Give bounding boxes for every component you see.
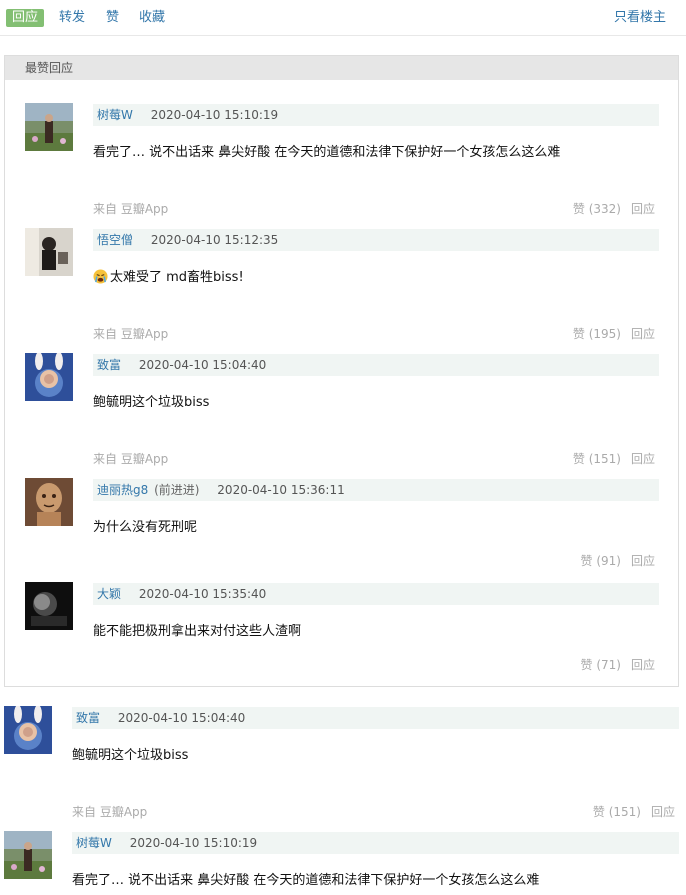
comment-meta: 树莓W 2020-04-10 15:10:19 <box>93 104 659 126</box>
comment-user[interactable]: 迪丽热g8 <box>97 483 148 497</box>
avatar[interactable] <box>4 706 52 754</box>
like-button[interactable]: 赞 (151) <box>573 452 621 466</box>
comment-content: 鲍毓明这个垃圾biss <box>72 748 189 763</box>
comment-source: 来自 豆瓣App <box>93 452 169 466</box>
avatar[interactable] <box>25 353 73 401</box>
comment-item: 悟空僧 2020-04-10 15:12:35 太难受了 md畜牲biss! 来… <box>25 228 659 341</box>
comment-meta: 悟空僧 2020-04-10 15:12:35 <box>93 229 659 251</box>
comment-content: 鲍毓明这个垃圾biss <box>93 395 210 410</box>
like-button[interactable]: 赞 (71) <box>581 658 621 672</box>
comment-source: 来自 豆瓣App <box>93 202 169 216</box>
comment-item: 迪丽热g8 (前进进) 2020-04-10 15:36:11 为什么没有死刑呢… <box>25 478 659 582</box>
comment-actions: 赞 (91) 回应 <box>581 552 655 569</box>
best-replies-header: 最赞回应 <box>5 56 678 80</box>
like-button[interactable]: 赞 (195) <box>573 327 621 341</box>
comment-content: 能不能把极刑拿出来对付这些人渣啊 <box>93 624 302 639</box>
comment-user[interactable]: 致富 <box>97 358 121 372</box>
comment-content: 看完了… 说不出话来 鼻尖好酸 在今天的道德和法律下保护好一个女孩怎么这么难 <box>93 145 561 160</box>
comment-content: 太难受了 md畜牲biss! <box>93 266 244 285</box>
only-author-link[interactable]: 只看楼主 <box>614 9 666 27</box>
reply-button[interactable]: 回应 <box>631 554 655 568</box>
toolbar: 回应 转发 赞 收藏 只看楼主 <box>0 0 686 36</box>
comment-item: 致富 2020-04-10 15:04:40 鲍毓明这个垃圾biss 来自 豆瓣… <box>25 353 659 466</box>
avatar[interactable] <box>25 478 73 526</box>
reply-button[interactable]: 回应 <box>631 452 655 466</box>
comment-user[interactable]: 悟空僧 <box>97 233 133 247</box>
like-button[interactable]: 赞 (151) <box>593 805 641 819</box>
like-button[interactable]: 赞 (332) <box>573 202 621 216</box>
comment-time: 2020-04-10 15:04:40 <box>117 711 246 725</box>
comment-item: 树莓W 2020-04-10 15:10:19 看完了… 说不出话来 鼻尖好酸 … <box>4 831 679 895</box>
comment-user[interactable]: 树莓W <box>97 108 133 122</box>
tab-reply[interactable]: 回应 <box>6 9 45 27</box>
reply-button[interactable]: 回应 <box>631 202 655 216</box>
reply-button[interactable]: 回应 <box>631 327 655 341</box>
comment-time: 2020-04-10 15:35:40 <box>138 587 267 601</box>
avatar[interactable] <box>25 582 73 630</box>
comment-user[interactable]: 树莓W <box>76 836 112 850</box>
comment-user-tag: (前进进) <box>154 483 200 497</box>
comment-text: 太难受了 md畜牲biss! <box>110 270 244 285</box>
comment-actions: 赞 (195) 回应 <box>573 325 655 342</box>
comment-item: 大颖 2020-04-10 15:35:40 能不能把极刑拿出来对付这些人渣啊 … <box>25 582 659 686</box>
tab-like[interactable]: 赞 <box>106 9 119 27</box>
comment-actions: 赞 (151) 回应 <box>573 450 655 467</box>
avatar[interactable] <box>25 103 73 151</box>
comment-item: 树莓W 2020-04-10 15:10:19 看完了… 说不出话来 鼻尖好酸 … <box>25 103 659 216</box>
like-button[interactable]: 赞 (91) <box>581 554 621 568</box>
comment-time: 2020-04-10 15:04:40 <box>138 358 267 372</box>
reply-button[interactable]: 回应 <box>651 805 675 819</box>
comment-actions: 赞 (71) 回应 <box>581 656 655 673</box>
tab-collect[interactable]: 收藏 <box>139 9 165 27</box>
comment-time: 2020-04-10 15:12:35 <box>150 233 279 247</box>
avatar[interactable] <box>25 228 73 276</box>
comment-actions: 赞 (151) 回应 <box>593 803 675 820</box>
crying-face-icon <box>93 269 108 284</box>
comment-meta: 大颖 2020-04-10 15:35:40 <box>93 583 659 605</box>
comment-time: 2020-04-10 15:36:11 <box>217 483 345 497</box>
comment-content: 看完了… 说不出话来 鼻尖好酸 在今天的道德和法律下保护好一个女孩怎么这么难 <box>72 873 540 888</box>
comment-meta: 树莓W 2020-04-10 15:10:19 <box>72 832 679 854</box>
comment-time: 2020-04-10 15:10:19 <box>129 836 258 850</box>
comment-meta: 致富 2020-04-10 15:04:40 <box>93 354 659 376</box>
comment-source: 来自 豆瓣App <box>72 805 148 819</box>
reply-button[interactable]: 回应 <box>631 658 655 672</box>
comment-source: 来自 豆瓣App <box>93 327 169 341</box>
comment-user[interactable]: 大颖 <box>97 587 121 601</box>
comment-meta: 致富 2020-04-10 15:04:40 <box>72 707 679 729</box>
comment-time: 2020-04-10 15:10:19 <box>150 108 279 122</box>
comment-user[interactable]: 致富 <box>76 711 100 725</box>
comment-meta: 迪丽热g8 (前进进) 2020-04-10 15:36:11 <box>93 479 659 501</box>
comment-item: 致富 2020-04-10 15:04:40 鲍毓明这个垃圾biss 来自 豆瓣… <box>4 706 679 819</box>
best-replies-section: 最赞回应 树莓W 2020-04-10 15:10:19 看完了… 说不出话来 … <box>4 55 679 687</box>
avatar[interactable] <box>4 831 52 879</box>
tab-forward[interactable]: 转发 <box>59 9 85 27</box>
comment-content: 为什么没有死刑呢 <box>93 520 198 535</box>
comment-actions: 赞 (332) 回应 <box>573 200 655 217</box>
